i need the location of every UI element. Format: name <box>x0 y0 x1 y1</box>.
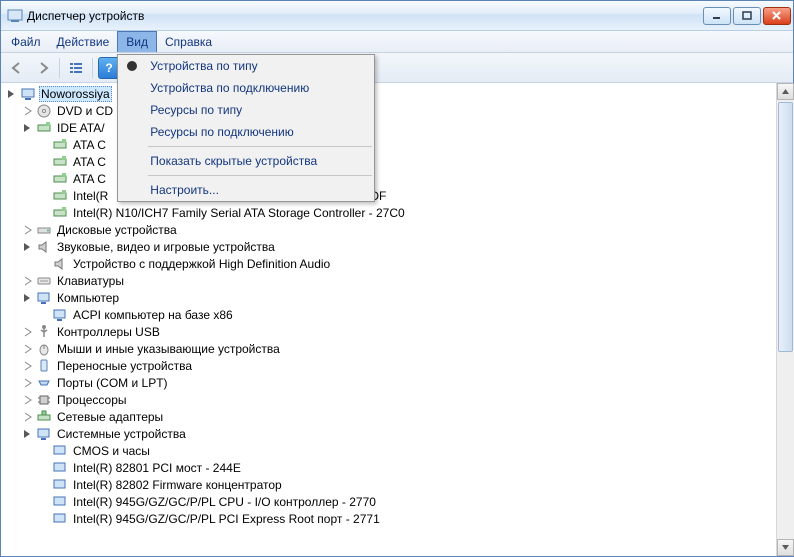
view-dropdown: Устройства по типу Устройства по подключ… <box>117 54 375 202</box>
tree-node-network[interactable]: Сетевые адаптеры <box>3 408 776 425</box>
menu-file[interactable]: Файл <box>3 31 49 52</box>
radio-selected-icon <box>127 61 137 71</box>
expand-icon[interactable] <box>21 359 35 373</box>
forward-button[interactable] <box>31 56 55 80</box>
tree-node-hdaudio[interactable]: Устройство с поддержкой High Definition … <box>3 255 776 272</box>
scroll-thumb[interactable] <box>778 102 793 352</box>
expand-icon[interactable] <box>21 223 35 237</box>
expand-icon[interactable] <box>21 274 35 288</box>
speaker-icon <box>36 239 52 255</box>
network-icon <box>36 409 52 425</box>
system-icon <box>36 426 52 442</box>
controller-icon <box>36 120 52 136</box>
collapse-icon[interactable] <box>21 240 35 254</box>
tree-node-cmos[interactable]: CMOS и часы <box>3 442 776 459</box>
view-res-by-connection[interactable]: Ресурсы по подключению <box>118 121 374 143</box>
window-title: Диспетчер устройств <box>27 9 703 23</box>
toolbar-list-icon[interactable] <box>64 56 88 80</box>
menu-help[interactable]: Справка <box>157 31 220 52</box>
menu-view[interactable]: Вид Устройства по типу Устройства по под… <box>117 31 157 52</box>
system-icon <box>52 511 68 527</box>
expand-icon[interactable] <box>21 104 35 118</box>
close-button[interactable] <box>763 7 791 25</box>
speaker-icon <box>52 256 68 272</box>
controller-icon <box>52 154 68 170</box>
tree-node-pci[interactable]: Intel(R) 82801 PCI мост - 244E <box>3 459 776 476</box>
expand-icon[interactable] <box>21 410 35 424</box>
cpu-icon <box>36 392 52 408</box>
vertical-scrollbar[interactable] <box>776 83 793 556</box>
tree-node-acpi[interactable]: ACPI компьютер на базе x86 <box>3 306 776 323</box>
scroll-up-button[interactable] <box>777 83 794 100</box>
window-frame: Диспетчер устройств Файл Действие Вид Ус… <box>0 0 794 557</box>
tree-node-portable[interactable]: Переносные устройства <box>3 357 776 374</box>
tree-node-ports[interactable]: Порты (COM и LPT) <box>3 374 776 391</box>
back-button[interactable] <box>5 56 29 80</box>
scroll-down-button[interactable] <box>777 539 794 556</box>
drive-icon <box>36 222 52 238</box>
system-icon <box>52 494 68 510</box>
tree-node-sound[interactable]: Звуковые, видео и игровые устройства <box>3 238 776 255</box>
window-buttons <box>703 7 791 25</box>
collapse-icon[interactable] <box>21 427 35 441</box>
view-by-type[interactable]: Устройства по типу <box>118 55 374 77</box>
computer-icon <box>36 290 52 306</box>
view-res-by-type[interactable]: Ресурсы по типу <box>118 99 374 121</box>
tree-node-fw[interactable]: Intel(R) 82802 Firmware концентратор <box>3 476 776 493</box>
system-icon <box>52 477 68 493</box>
portable-icon <box>36 358 52 374</box>
collapse-icon[interactable] <box>5 87 19 101</box>
menu-separator <box>148 175 372 176</box>
tree-node-io[interactable]: Intel(R) 945G/GZ/GC/P/PL CPU - I/O контр… <box>3 493 776 510</box>
disc-icon <box>36 103 52 119</box>
controller-icon <box>52 137 68 153</box>
tree-node-cpus[interactable]: Процессоры <box>3 391 776 408</box>
mouse-icon <box>36 341 52 357</box>
tree-node-keyboards[interactable]: Клавиатуры <box>3 272 776 289</box>
controller-icon <box>52 205 68 221</box>
app-icon <box>7 8 23 24</box>
tree-node-disk[interactable]: Дисковые устройства <box>3 221 776 238</box>
tree-node-intel-n10[interactable]: Intel(R) N10/ICH7 Family Serial ATA Stor… <box>3 204 776 221</box>
expand-icon[interactable] <box>21 376 35 390</box>
usb-icon <box>36 324 52 340</box>
controller-icon <box>52 188 68 204</box>
computer-icon <box>52 307 68 323</box>
tree-node-sysdev[interactable]: Системные устройства <box>3 425 776 442</box>
view-by-connection[interactable]: Устройства по подключению <box>118 77 374 99</box>
tree-node-root2771[interactable]: Intel(R) 945G/GZ/GC/P/PL PCI Express Roo… <box>3 510 776 527</box>
title-bar[interactable]: Диспетчер устройств <box>1 1 793 31</box>
computer-icon <box>20 86 36 102</box>
controller-icon <box>52 171 68 187</box>
menu-action[interactable]: Действие <box>49 31 118 52</box>
collapse-icon[interactable] <box>21 121 35 135</box>
tree-node-computer[interactable]: Компьютер <box>3 289 776 306</box>
expand-icon[interactable] <box>21 393 35 407</box>
system-icon <box>52 443 68 459</box>
view-customize[interactable]: Настроить... <box>118 179 374 201</box>
view-show-hidden[interactable]: Показать скрытые устройства <box>118 150 374 172</box>
minimize-button[interactable] <box>703 7 731 25</box>
system-icon <box>52 460 68 476</box>
menu-bar: Файл Действие Вид Устройства по типу Уст… <box>1 31 793 53</box>
toolbar-separator <box>92 58 93 78</box>
tree-node-mice[interactable]: Мыши и иные указывающие устройства <box>3 340 776 357</box>
expand-icon[interactable] <box>21 325 35 339</box>
tree-node-usb[interactable]: Контроллеры USB <box>3 323 776 340</box>
expand-icon[interactable] <box>21 342 35 356</box>
port-icon <box>36 375 52 391</box>
toolbar-separator <box>59 58 60 78</box>
keyboard-icon <box>36 273 52 289</box>
maximize-button[interactable] <box>733 7 761 25</box>
menu-separator <box>148 146 372 147</box>
scroll-track[interactable] <box>777 100 794 539</box>
menu-view-label: Вид <box>126 35 148 49</box>
collapse-icon[interactable] <box>21 291 35 305</box>
